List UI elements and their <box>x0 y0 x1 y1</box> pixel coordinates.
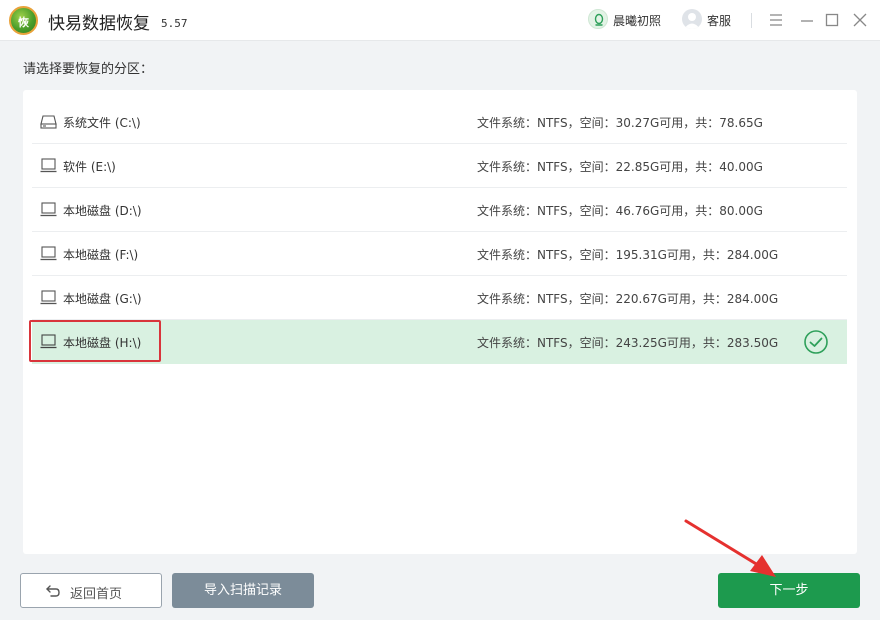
app-title: 快易数据恢复 <box>48 14 150 34</box>
partition-name: 本地磁盘 (H:\) <box>63 336 142 350</box>
partition-prompt: 请选择要恢复的分区： <box>23 62 154 77</box>
partition-row-d[interactable]: 本地磁盘 (D:\) 文件系统：NTFS，空间：46.76G可用，共：80.00… <box>32 188 847 232</box>
partition-row-c[interactable]: 系统文件 (C:\) 文件系统：NTFS，空间：30.27G可用，共：78.65… <box>32 100 847 144</box>
logo-text: 恢 <box>18 16 29 29</box>
laptop-drive-icon <box>40 158 57 173</box>
selected-check-icon <box>804 330 828 354</box>
user-avatar-icon <box>588 9 608 29</box>
laptop-drive-icon <box>40 246 57 261</box>
menu-icon[interactable] <box>767 11 785 29</box>
partition-name: 本地磁盘 (F:\) <box>63 248 139 262</box>
next-step-button[interactable]: 下一步 <box>718 573 860 608</box>
partition-name: 系统文件 (C:\) <box>63 116 141 130</box>
minimize-icon[interactable] <box>798 11 816 29</box>
partition-row-e[interactable]: 软件 (E:\) 文件系统：NTFS，空间：22.85G可用，共：40.00G <box>32 144 847 188</box>
import-scan-record-button[interactable]: 导入扫描记录 <box>172 573 314 608</box>
return-icon <box>46 585 60 597</box>
partition-info: 文件系统：NTFS，空间：243.25G可用，共：283.50G <box>477 336 779 350</box>
partition-info: 文件系统：NTFS，空间：22.85G可用，共：40.00G <box>477 160 763 174</box>
laptop-drive-icon <box>40 202 57 217</box>
partition-info: 文件系统：NTFS，空间：195.31G可用，共：284.00G <box>477 248 779 262</box>
laptop-drive-icon <box>40 334 57 349</box>
partition-name: 本地磁盘 (G:\) <box>63 292 142 306</box>
user-name: 晨曦初照 <box>613 14 662 28</box>
service-label: 客服 <box>707 14 732 28</box>
title-divider <box>751 13 752 28</box>
partition-info: 文件系统：NTFS，空间：46.76G可用，共：80.00G <box>477 204 763 218</box>
partition-info: 文件系统：NTFS，空间：30.27G可用，共：78.65G <box>477 116 763 130</box>
partition-row-g[interactable]: 本地磁盘 (G:\) 文件系统：NTFS，空间：220.67G可用，共：284.… <box>32 276 847 320</box>
close-icon[interactable] <box>851 11 869 29</box>
partition-info: 文件系统：NTFS，空间：220.67G可用，共：284.00G <box>477 292 779 306</box>
laptop-drive-icon <box>40 290 57 305</box>
partition-name: 本地磁盘 (D:\) <box>63 204 142 218</box>
title-bar: 恢 快易数据恢复 5.57 晨曦初照 客服 <box>0 0 880 41</box>
app-logo: 恢 <box>9 6 38 35</box>
partition-list: 系统文件 (C:\) 文件系统：NTFS，空间：30.27G可用，共：78.65… <box>23 90 857 554</box>
maximize-icon[interactable] <box>823 11 841 29</box>
hard-drive-icon <box>40 115 57 129</box>
service-avatar-icon <box>682 9 702 29</box>
back-home-button[interactable]: 返回首页 <box>20 573 162 608</box>
back-home-label: 返回首页 <box>70 587 123 602</box>
partition-row-h[interactable]: 本地磁盘 (H:\) 文件系统：NTFS，空间：243.25G可用，共：283.… <box>32 320 847 364</box>
app-version: 5.57 <box>161 17 188 30</box>
partition-name: 软件 (E:\) <box>63 160 116 174</box>
partition-row-f[interactable]: 本地磁盘 (F:\) 文件系统：NTFS，空间：195.31G可用，共：284.… <box>32 232 847 276</box>
